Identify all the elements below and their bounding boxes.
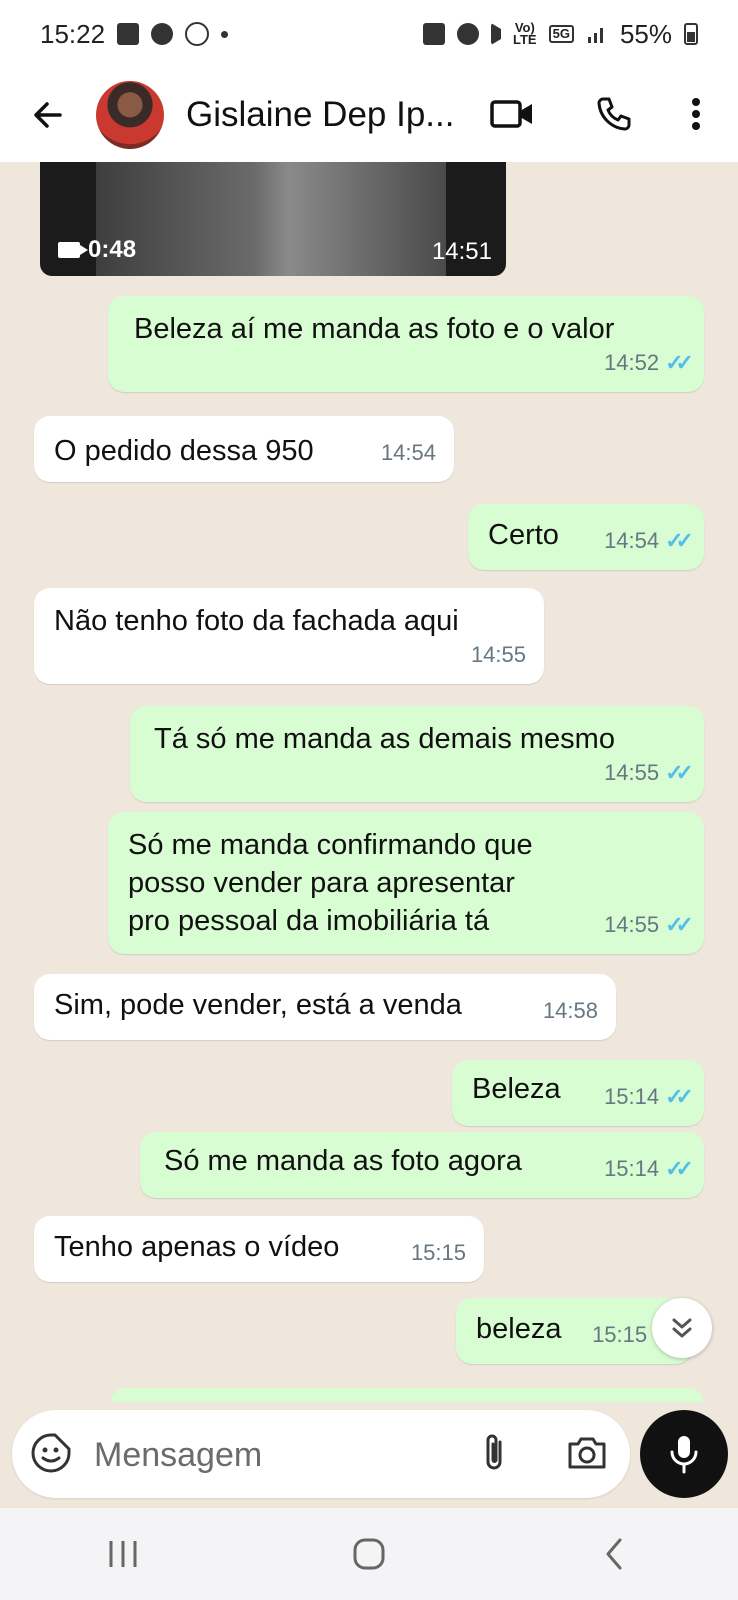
message-time: 14:58 xyxy=(542,998,598,1023)
gallery-notification-icon xyxy=(117,23,140,45)
message-outgoing[interactable]: Só me manda as foto agora 15:14 ✓✓ xyxy=(140,1132,704,1198)
system-nav-bar xyxy=(0,1508,738,1600)
signal-icon xyxy=(587,28,603,43)
more-notifications-dot xyxy=(221,30,229,38)
message-time: 15:15 xyxy=(592,1322,648,1347)
message-incoming[interactable]: Sim, pode vender, está a venda 14:58 xyxy=(34,974,616,1040)
sticker-icon[interactable] xyxy=(30,1432,72,1474)
scroll-down-icon[interactable] xyxy=(652,1298,712,1358)
message-input[interactable] xyxy=(92,1428,456,1482)
video-duration: 0:48 xyxy=(88,236,137,263)
battery-saver-icon xyxy=(423,23,446,45)
mic-icon[interactable] xyxy=(640,1410,728,1498)
read-ticks-icon: ✓✓ xyxy=(665,350,694,375)
message-time: 14:55 xyxy=(470,642,526,667)
more-options-icon[interactable] xyxy=(672,90,720,138)
nav-back-icon[interactable] xyxy=(585,1524,645,1584)
message-incoming[interactable]: Tenho apenas o vídeo 15:15 xyxy=(34,1216,484,1282)
message-text: Tenho apenas o vídeo xyxy=(54,1231,340,1263)
message-text: Só me manda confirmando que posso vender… xyxy=(128,829,533,937)
attach-icon[interactable] xyxy=(472,1430,518,1476)
message-text: O pedido dessa 950 xyxy=(54,435,314,467)
message-text: Beleza aí me manda as foto e o valor xyxy=(134,313,615,345)
chat-area[interactable]: 0:48 14:51 Beleza aí me manda as foto e … xyxy=(0,162,738,1402)
message-time: 14:55 xyxy=(604,912,660,937)
chat-header: Gislaine Dep Ip... xyxy=(0,68,738,162)
phone-icon[interactable] xyxy=(590,90,638,138)
read-ticks-icon: ✓✓ xyxy=(665,1156,694,1181)
message-outgoing[interactable]: Certo 14:54 ✓✓ xyxy=(468,504,704,570)
video-camera-icon xyxy=(58,242,88,258)
read-ticks-icon: ✓✓ xyxy=(665,528,694,553)
whatsapp-notification-icon xyxy=(185,22,210,46)
message-time: 14:52 xyxy=(604,350,660,375)
message-composer xyxy=(12,1410,630,1498)
message-outgoing[interactable]: Beleza aí me manda as foto e o valor 14:… xyxy=(108,296,704,392)
read-ticks-icon: ✓✓ xyxy=(665,1084,694,1109)
message-time: 15:14 xyxy=(604,1084,660,1109)
message-outgoing-partial xyxy=(110,1388,704,1402)
avatar[interactable] xyxy=(96,81,164,149)
message-time: 15:15 xyxy=(410,1240,466,1265)
battery-icon xyxy=(684,23,698,45)
message-outgoing[interactable]: Só me manda confirmando que posso vender… xyxy=(108,812,704,954)
message-outgoing[interactable]: Beleza 15:14 ✓✓ xyxy=(452,1060,704,1126)
message-incoming[interactable]: O pedido dessa 950 14:54 xyxy=(34,416,454,482)
message-time: 14:54 xyxy=(380,440,436,465)
message-text: Sim, pode vender, está a venda xyxy=(54,989,462,1021)
recent-apps-icon[interactable] xyxy=(93,1524,153,1584)
back-arrow-icon[interactable] xyxy=(28,95,68,135)
video-message[interactable]: 0:48 14:51 xyxy=(40,162,506,276)
message-incoming[interactable]: Não tenho foto da fachada aqui 14:55 xyxy=(34,588,544,684)
contact-name[interactable]: Gislaine Dep Ip... xyxy=(186,95,456,135)
network-5g-indicator: 5G xyxy=(548,25,574,43)
missed-call-notification-icon xyxy=(151,23,174,45)
alarm-icon xyxy=(457,23,480,45)
battery-percent: 55% xyxy=(619,18,672,49)
message-time: 15:14 xyxy=(604,1156,660,1181)
video-call-icon[interactable] xyxy=(488,90,536,138)
message-time: 14:55 xyxy=(604,760,660,785)
message-time: 14:54 xyxy=(604,528,660,553)
camera-icon[interactable] xyxy=(564,1430,610,1476)
home-icon[interactable] xyxy=(339,1524,399,1584)
status-time: 15:22 xyxy=(40,18,106,49)
status-bar: 15:22 Vo) LTE 5G 55% xyxy=(0,0,738,68)
volte-indicator: Vo) LTE xyxy=(513,20,537,47)
message-outgoing[interactable]: Tá só me manda as demais mesmo 14:55 ✓✓ xyxy=(130,706,704,802)
message-text: Não tenho foto da fachada aqui xyxy=(54,605,459,637)
read-ticks-icon: ✓✓ xyxy=(665,912,694,937)
read-ticks-icon: ✓✓ xyxy=(665,760,694,785)
mute-icon xyxy=(491,23,502,45)
video-time: 14:51 xyxy=(431,238,492,265)
video-thumbnail xyxy=(96,162,446,276)
message-text: Tá só me manda as demais mesmo xyxy=(154,723,615,755)
